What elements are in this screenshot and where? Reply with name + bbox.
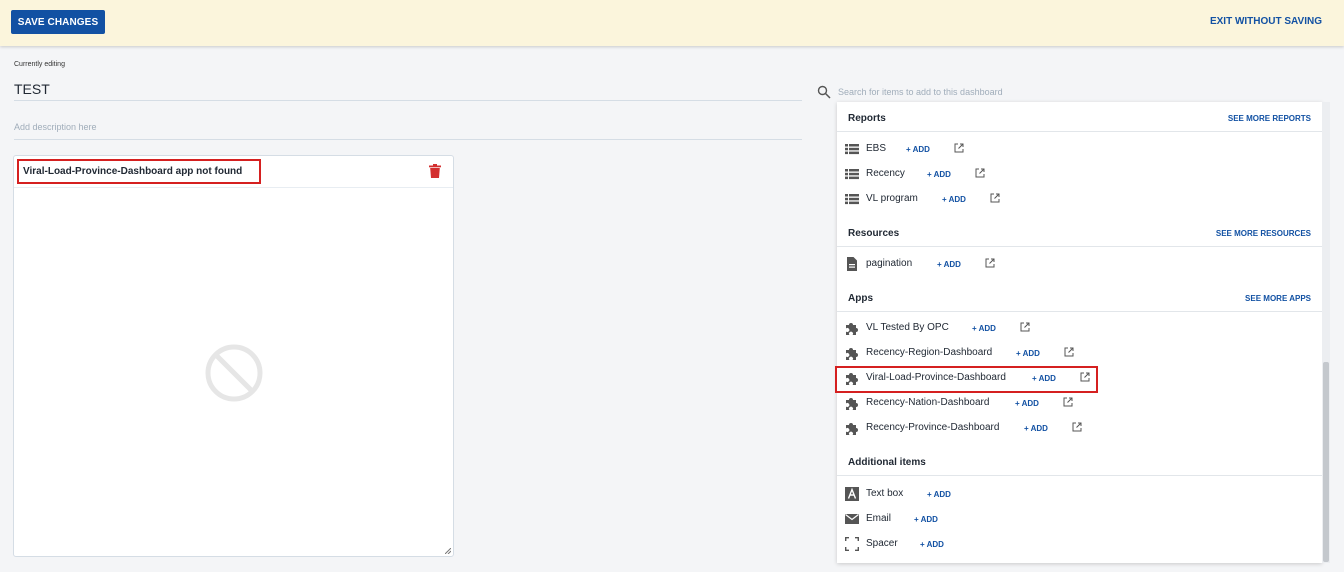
dashboard-description-input[interactable]: Add description here: [14, 122, 802, 140]
open-external-icon[interactable]: [985, 258, 995, 268]
apps-section-title: Apps: [848, 293, 873, 304]
puzzle-icon: [846, 323, 858, 335]
add-button[interactable]: + ADD: [1024, 424, 1048, 433]
add-button[interactable]: + ADD: [906, 145, 930, 154]
open-external-icon[interactable]: [1063, 397, 1073, 407]
table-icon: [845, 144, 859, 155]
list-item: Recency-Nation-Dashboard + ADD: [837, 391, 1322, 416]
spacer-icon: [845, 537, 859, 551]
item-label: Email: [866, 513, 892, 524]
additional-items-section-title: Additional items: [848, 457, 926, 468]
puzzle-icon: [846, 348, 858, 360]
reports-section-header: Reports SEE MORE REPORTS: [837, 104, 1322, 132]
item-label: Recency: [866, 168, 905, 179]
highlight-box: [835, 366, 1098, 393]
search-icon: [817, 85, 831, 99]
item-label: EBS: [866, 143, 887, 154]
item-label: Recency-Nation-Dashboard: [866, 397, 990, 408]
item-label: Recency-Province-Dashboard: [866, 422, 1000, 433]
see-more-reports-link[interactable]: SEE MORE REPORTS: [1228, 114, 1311, 123]
list-item: EBS + ADD: [837, 137, 1322, 162]
add-button[interactable]: + ADD: [1015, 399, 1039, 408]
see-more-apps-link[interactable]: SEE MORE APPS: [1245, 294, 1311, 303]
add-button[interactable]: + ADD: [927, 490, 951, 499]
add-button[interactable]: + ADD: [972, 324, 996, 333]
add-button[interactable]: + ADD: [937, 260, 961, 269]
highlight-box: [17, 159, 261, 184]
open-external-icon[interactable]: [1064, 347, 1074, 357]
list-item: Email + ADD: [837, 507, 1322, 532]
resources-section-header: Resources SEE MORE RESOURCES: [837, 219, 1322, 247]
item-label: pagination: [866, 258, 913, 269]
list-item: pagination + ADD: [837, 252, 1322, 277]
item-selector-panel: Reports SEE MORE REPORTS EBS + ADD Recen…: [837, 102, 1322, 563]
dashboard-item-card[interactable]: Viral-Load-Province-Dashboard app not fo…: [13, 155, 454, 557]
save-changes-button[interactable]: SAVE CHANGES: [11, 10, 105, 34]
table-icon: [845, 169, 859, 180]
panel-scrollbar-thumb[interactable]: [1323, 362, 1329, 562]
reports-section-title: Reports: [848, 113, 886, 124]
open-external-icon[interactable]: [1020, 322, 1030, 332]
additional-items-section-header: Additional items: [837, 448, 1322, 476]
see-more-resources-link[interactable]: SEE MORE RESOURCES: [1216, 229, 1311, 238]
edit-bar: SAVE CHANGES EXIT WITHOUT SAVING: [0, 0, 1344, 46]
puzzle-icon: [846, 423, 858, 435]
text-box-icon: [845, 487, 859, 501]
list-item: Recency + ADD: [837, 162, 1322, 187]
list-item: VL Tested By OPC + ADD: [837, 316, 1322, 341]
not-found-icon: [205, 344, 263, 402]
dashboard-title-input[interactable]: TEST: [14, 81, 802, 101]
list-item: VL program + ADD: [837, 187, 1322, 212]
list-item: Text box + ADD: [837, 482, 1322, 507]
email-icon: [845, 514, 859, 524]
exit-without-saving-button[interactable]: EXIT WITHOUT SAVING: [1210, 16, 1322, 27]
add-button[interactable]: + ADD: [1016, 349, 1040, 358]
list-item: Spacer + ADD: [837, 532, 1322, 557]
open-external-icon[interactable]: [954, 143, 964, 153]
item-card-header: Viral-Load-Province-Dashboard app not fo…: [14, 156, 453, 188]
table-icon: [845, 194, 859, 205]
open-external-icon[interactable]: [1072, 422, 1082, 432]
add-button[interactable]: + ADD: [942, 195, 966, 204]
list-item: Recency-Region-Dashboard + ADD: [837, 341, 1322, 366]
apps-section-header: Apps SEE MORE APPS: [837, 284, 1322, 312]
document-icon: [847, 257, 857, 271]
list-item: Recency-Province-Dashboard + ADD: [837, 416, 1322, 441]
open-external-icon[interactable]: [975, 168, 985, 178]
add-button[interactable]: + ADD: [927, 170, 951, 179]
item-label: Spacer: [866, 538, 898, 549]
add-button[interactable]: + ADD: [920, 540, 944, 549]
item-label: Recency-Region-Dashboard: [866, 347, 993, 358]
delete-icon[interactable]: [429, 164, 441, 178]
resources-section-title: Resources: [848, 228, 900, 239]
puzzle-icon: [846, 398, 858, 410]
resize-handle-icon[interactable]: [445, 548, 451, 554]
currently-editing-label: Currently editing: [14, 61, 65, 68]
open-external-icon[interactable]: [990, 193, 1000, 203]
item-search-input[interactable]: [838, 84, 1318, 100]
item-label: VL program: [866, 193, 918, 204]
item-label: VL Tested By OPC: [866, 322, 949, 333]
item-label: Text box: [866, 488, 904, 499]
add-button[interactable]: + ADD: [914, 515, 938, 524]
